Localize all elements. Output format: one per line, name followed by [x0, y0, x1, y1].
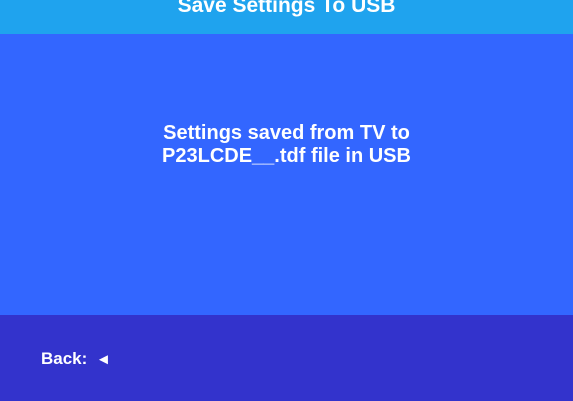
page-title: Save Settings To USB — [177, 0, 396, 17]
back-hint[interactable]: Back: ◄ — [41, 349, 111, 370]
title-bar: Save Settings To USB — [0, 0, 573, 34]
message-panel: Settings saved from TV to P23LCDE__.tdf … — [0, 34, 573, 315]
status-message-line-1: Settings saved from TV to — [163, 122, 410, 144]
footer-bar: Back: ◄ — [0, 315, 573, 401]
back-label: Back: — [41, 349, 88, 368]
left-arrow-icon: ◄ — [96, 351, 111, 368]
tv-osd-screen: Save Settings To USB Settings saved from… — [0, 0, 573, 401]
status-message: Settings saved from TV to P23LCDE__.tdf … — [162, 122, 411, 168]
status-message-line-2: P23LCDE__.tdf file in USB — [162, 145, 411, 167]
